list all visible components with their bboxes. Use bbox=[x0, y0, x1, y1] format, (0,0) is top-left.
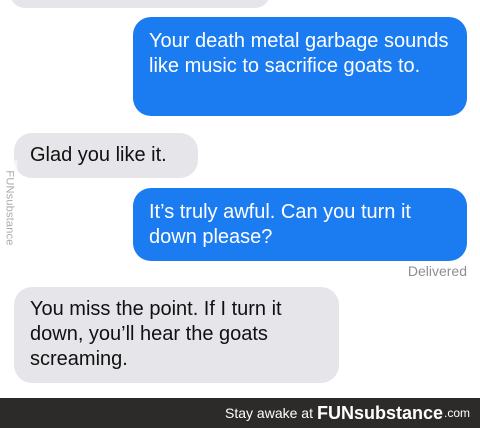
previous-message-bubble bbox=[10, 0, 270, 8]
footer-domain: .com bbox=[443, 406, 470, 420]
message-text: It’s truly awful. Can you turn it down p… bbox=[149, 201, 411, 248]
delivered-status: Delivered bbox=[407, 263, 467, 279]
footer-brand: FUNsubstance bbox=[316, 402, 443, 423]
received-message-bubble[interactable]: Glad you like it. bbox=[14, 133, 198, 178]
footer-prefix: Stay awake at bbox=[225, 405, 313, 421]
funsubstance-watermark: FUNsubstance bbox=[1, 160, 18, 256]
message-text: Your death metal garbage sounds like mus… bbox=[149, 30, 449, 77]
sent-message-bubble[interactable]: It’s truly awful. Can you turn it down p… bbox=[133, 188, 467, 261]
footer-banner: Stay awake at FUNsubstance .com bbox=[0, 398, 480, 428]
sent-message-bubble[interactable]: Your death metal garbage sounds like mus… bbox=[133, 17, 467, 116]
message-text: You miss the point. If I turn it down, y… bbox=[30, 298, 282, 370]
received-message-bubble[interactable]: You miss the point. If I turn it down, y… bbox=[14, 287, 339, 383]
message-text: Glad you like it. bbox=[30, 144, 167, 166]
conversation-view[interactable]: Your death metal garbage sounds like mus… bbox=[0, 0, 480, 398]
